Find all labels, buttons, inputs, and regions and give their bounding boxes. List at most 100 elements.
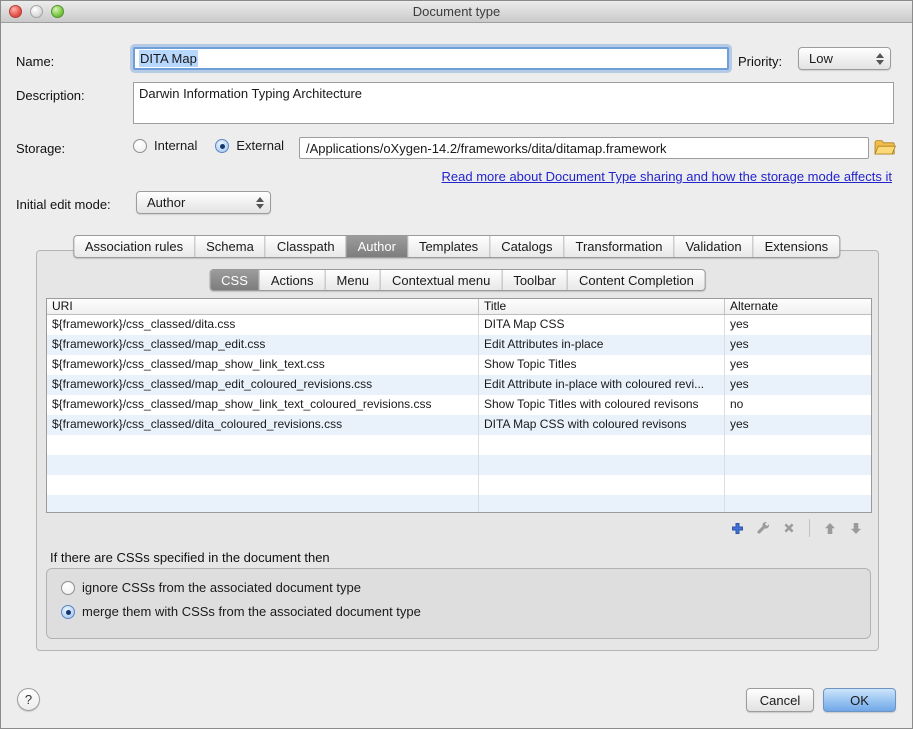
browse-folder-icon[interactable]: [874, 139, 896, 156]
cell-title: [479, 455, 725, 475]
storage-radio-internal[interactable]: Internal: [133, 138, 197, 153]
zoom-window-icon[interactable]: [51, 5, 64, 18]
toolbar-separator: [809, 519, 810, 537]
subtab-contextual-menu[interactable]: Contextual menu: [381, 270, 502, 290]
subtab-css[interactable]: CSS: [210, 270, 260, 290]
table-row[interactable]: ${framework}/css_classed/dita_coloured_r…: [47, 415, 871, 435]
storage-radio-label: External: [236, 138, 284, 153]
stepper-icon: [876, 53, 884, 65]
cell-uri: [47, 435, 479, 455]
cell-uri: [47, 495, 479, 513]
storage-radio-external[interactable]: External: [215, 138, 284, 153]
tab-classpath[interactable]: Classpath: [266, 236, 347, 257]
css-option-radio-merge-them-with-csss-from-the-associated[interactable]: merge them with CSSs from the associated…: [61, 604, 870, 619]
ok-button[interactable]: OK: [823, 688, 896, 712]
add-css-button[interactable]: [729, 520, 745, 536]
css-options-group: ignore CSSs from the associated document…: [46, 568, 871, 639]
tab-validation[interactable]: Validation: [674, 236, 753, 257]
read-more-link[interactable]: Read more about Document Type sharing an…: [442, 169, 892, 184]
cell-uri: [47, 455, 479, 475]
css-table: URITitleAlternate ${framework}/css_class…: [46, 298, 872, 513]
storage-radio-group: Internal External: [133, 138, 284, 153]
priority-dropdown[interactable]: Low: [798, 47, 891, 70]
cell-uri: [47, 475, 479, 495]
name-value-selected-text: DITA Map: [139, 50, 198, 67]
tab-author[interactable]: Author: [347, 236, 408, 257]
radio-selected-icon: [215, 139, 229, 153]
tab-transformation[interactable]: Transformation: [565, 236, 675, 257]
help-icon: ?: [25, 692, 32, 707]
cell-uri: ${framework}/css_classed/dita_coloured_r…: [47, 415, 479, 435]
tab-extensions[interactable]: Extensions: [754, 236, 840, 257]
tab-association-rules[interactable]: Association rules: [74, 236, 195, 257]
main-tabs: Association rulesSchemaClasspathAuthorTe…: [73, 235, 840, 258]
table-row-empty: [47, 495, 871, 513]
cell-uri: ${framework}/css_classed/map_edit.css: [47, 335, 479, 355]
move-down-button[interactable]: [848, 520, 864, 536]
storage-radio-label: Internal: [154, 138, 197, 153]
subtab-toolbar[interactable]: Toolbar: [502, 270, 568, 290]
cell-uri: ${framework}/css_classed/map_edit_colour…: [47, 375, 479, 395]
tab-schema[interactable]: Schema: [195, 236, 266, 257]
column-header-uri[interactable]: URI: [47, 299, 479, 314]
cell-alternate: [725, 435, 871, 455]
storage-label: Storage:: [16, 141, 65, 156]
table-row[interactable]: ${framework}/css_classed/map_edit.cssEdi…: [47, 335, 871, 355]
cell-alternate: yes: [725, 315, 871, 335]
table-row[interactable]: ${framework}/css_classed/dita.cssDITA Ma…: [47, 315, 871, 335]
radio-selected-icon: [61, 605, 75, 619]
table-row[interactable]: ${framework}/css_classed/map_show_link_t…: [47, 355, 871, 375]
css-option-radio-ignore-csss-from-the-associated-document[interactable]: ignore CSSs from the associated document…: [61, 580, 870, 595]
close-window-icon[interactable]: [9, 5, 22, 18]
initial-edit-mode-value: Author: [147, 195, 185, 210]
cell-alternate: yes: [725, 375, 871, 395]
cell-alternate: [725, 455, 871, 475]
window-title: Document type: [1, 4, 912, 19]
table-row-empty: [47, 435, 871, 455]
cell-title: Edit Attributes in-place: [479, 335, 725, 355]
table-row-empty: [47, 455, 871, 475]
cancel-button[interactable]: Cancel: [746, 688, 814, 712]
initial-edit-mode-dropdown[interactable]: Author: [136, 191, 271, 214]
table-row[interactable]: ${framework}/css_classed/map_show_link_t…: [47, 395, 871, 415]
edit-css-button[interactable]: [755, 520, 771, 536]
cell-alternate: [725, 495, 871, 513]
cell-title: [479, 435, 725, 455]
name-input[interactable]: DITA Map: [133, 47, 729, 70]
subtab-content-completion[interactable]: Content Completion: [568, 270, 705, 290]
minimize-window-icon[interactable]: [30, 5, 43, 18]
tab-catalogs[interactable]: Catalogs: [490, 236, 564, 257]
document-type-dialog: Document type Name: DITA Map Priority: L…: [0, 0, 913, 729]
css-options-heading: If there are CSSs specified in the docum…: [50, 550, 330, 565]
author-sub-tabs: CSSActionsMenuContextual menuToolbarCont…: [209, 269, 706, 291]
initial-edit-mode-label: Initial edit mode:: [16, 197, 111, 212]
cell-uri: ${framework}/css_classed/map_show_link_t…: [47, 395, 479, 415]
subtab-menu[interactable]: Menu: [326, 270, 382, 290]
css-table-toolbar: [729, 519, 864, 537]
css-option-radio-label: ignore CSSs from the associated document…: [82, 580, 361, 595]
subtab-actions[interactable]: Actions: [260, 270, 326, 290]
delete-css-button[interactable]: [781, 520, 797, 536]
description-label: Description:: [16, 88, 85, 103]
cell-alternate: [725, 475, 871, 495]
table-row[interactable]: ${framework}/css_classed/map_edit_colour…: [47, 375, 871, 395]
description-input[interactable]: Darwin Information Typing Architecture: [133, 82, 894, 124]
table-row-empty: [47, 475, 871, 495]
cell-alternate: yes: [725, 355, 871, 375]
name-label: Name:: [16, 54, 54, 69]
title-bar[interactable]: Document type: [1, 1, 912, 23]
column-header-alternate[interactable]: Alternate: [725, 299, 871, 314]
tab-templates[interactable]: Templates: [408, 236, 490, 257]
cell-uri: ${framework}/css_classed/dita.css: [47, 315, 479, 335]
column-header-title[interactable]: Title: [479, 299, 725, 314]
radio-icon: [61, 581, 75, 595]
cell-title: [479, 475, 725, 495]
cell-title: DITA Map CSS: [479, 315, 725, 335]
css-option-radio-label: merge them with CSSs from the associated…: [82, 604, 421, 619]
move-up-button[interactable]: [822, 520, 838, 536]
help-button[interactable]: ?: [17, 688, 40, 711]
css-table-body: ${framework}/css_classed/dita.cssDITA Ma…: [47, 315, 871, 513]
storage-path-input[interactable]: /Applications/oXygen-14.2/frameworks/dit…: [299, 137, 869, 159]
stepper-icon: [256, 197, 264, 209]
priority-label: Priority:: [738, 54, 782, 69]
